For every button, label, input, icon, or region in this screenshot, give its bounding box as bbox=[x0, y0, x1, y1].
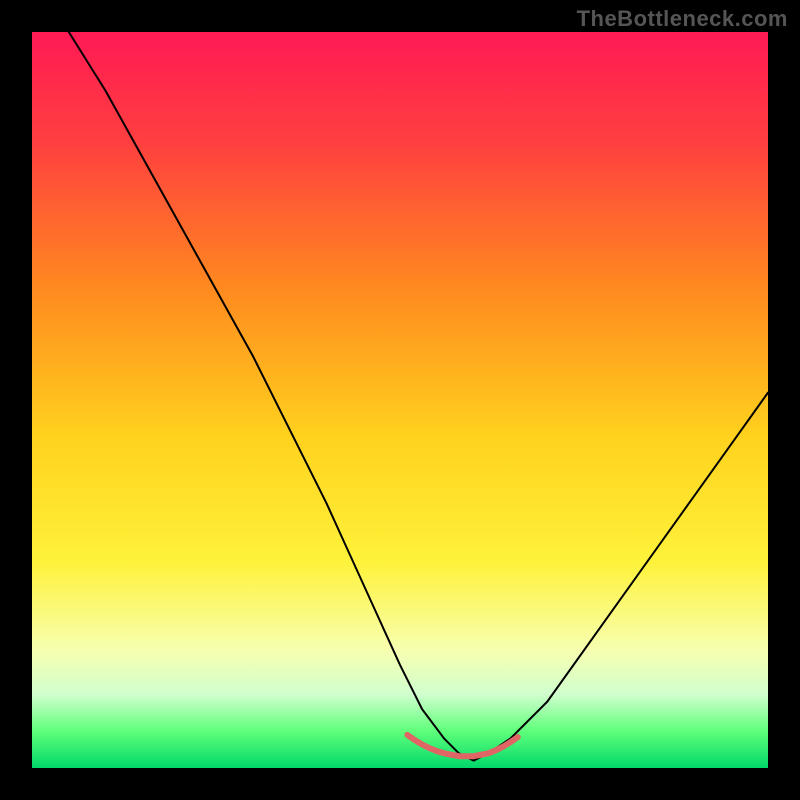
gradient-background bbox=[32, 32, 768, 768]
plot-area bbox=[32, 32, 768, 768]
watermark-label: TheBottleneck.com bbox=[577, 6, 788, 32]
chart-svg bbox=[32, 32, 768, 768]
chart-frame: TheBottleneck.com bbox=[0, 0, 800, 800]
